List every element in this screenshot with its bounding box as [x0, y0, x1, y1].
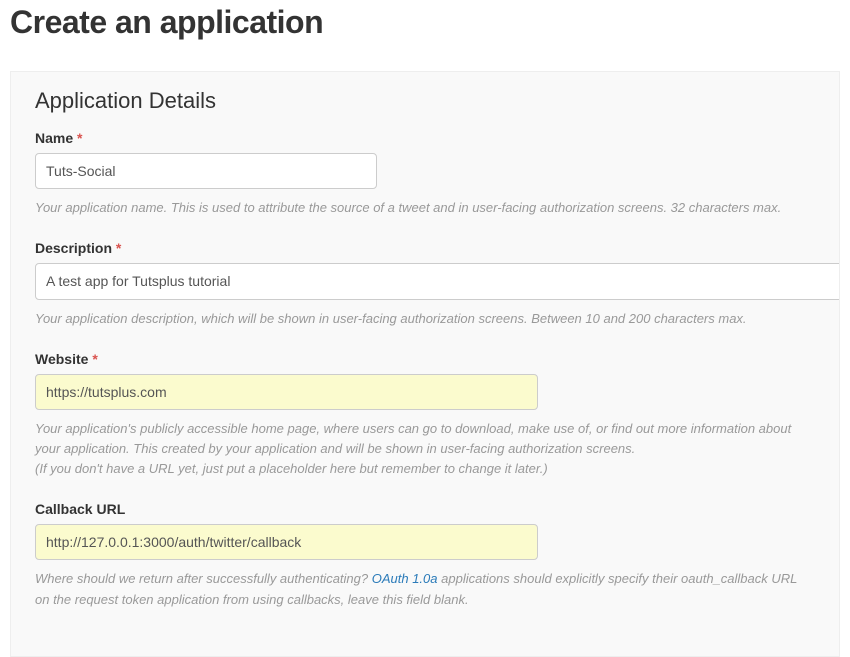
callback-input[interactable]: [35, 524, 538, 560]
website-help-line1: Your application's publicly accessible h…: [35, 421, 791, 456]
callback-label-text: Callback URL: [35, 501, 125, 517]
name-label-text: Name: [35, 130, 73, 146]
required-marker: *: [77, 130, 82, 146]
name-help: Your application name. This is used to a…: [35, 198, 815, 218]
description-input[interactable]: [35, 263, 840, 299]
callback-help-before: Where should we return after successfull…: [35, 571, 372, 586]
description-help: Your application description, which will…: [35, 309, 815, 329]
description-label: Description *: [35, 240, 815, 256]
name-input[interactable]: [35, 153, 377, 189]
callback-group: Callback URL Where should we return afte…: [35, 501, 815, 609]
required-marker: *: [92, 351, 97, 367]
website-help: Your application's publicly accessible h…: [35, 419, 815, 479]
website-input[interactable]: [35, 374, 538, 410]
website-help-line2: (If you don't have a URL yet, just put a…: [35, 459, 815, 479]
description-group: Description * Your application descripti…: [35, 240, 815, 328]
callback-label: Callback URL: [35, 501, 815, 517]
description-label-text: Description: [35, 240, 112, 256]
website-label-text: Website: [35, 351, 88, 367]
required-marker: *: [116, 240, 121, 256]
website-group: Website * Your application's publicly ac…: [35, 351, 815, 480]
callback-help: Where should we return after successfull…: [35, 569, 815, 609]
oauth-link[interactable]: OAuth 1.0a: [372, 571, 438, 586]
application-details-panel: Application Details Name * Your applicat…: [10, 71, 840, 657]
website-label: Website *: [35, 351, 815, 367]
page-title: Create an application: [10, 4, 840, 41]
name-group: Name * Your application name. This is us…: [35, 130, 815, 218]
panel-heading: Application Details: [35, 88, 815, 114]
name-label: Name *: [35, 130, 815, 146]
